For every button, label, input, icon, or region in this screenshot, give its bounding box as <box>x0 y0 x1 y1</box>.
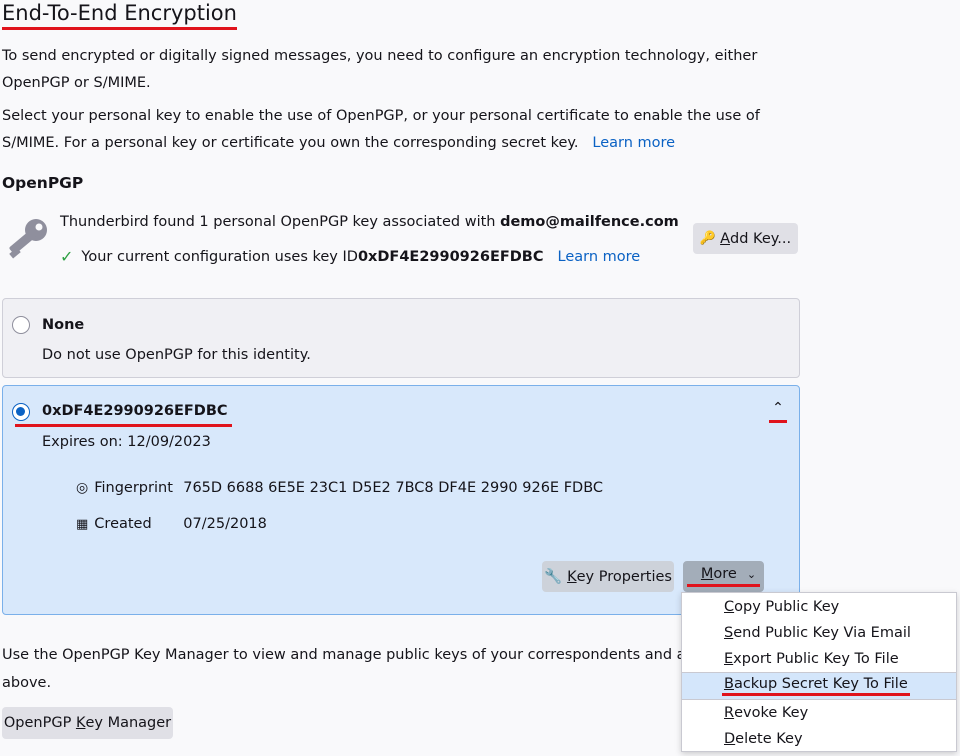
add-key-icon: 🔑 <box>699 231 717 246</box>
key-properties-accesskey: K <box>567 568 577 585</box>
key-email: demo@mailfence.com <box>500 214 679 230</box>
key-option-card[interactable]: 0xDF4E2990926EFDBC ⌃ Expires on: 12/09/2… <box>2 385 800 615</box>
checkmark-icon: ✓ <box>60 247 74 266</box>
key-config-prefix: Your current configuration uses key ID <box>81 248 358 265</box>
menu-accesskey: R <box>724 705 735 721</box>
created-value: 07/25/2018 <box>183 516 267 532</box>
menu-item-backup-secret-key[interactable]: Backup Secret Key To File <box>682 673 956 699</box>
menu-item-delete-key[interactable]: Delete Key <box>682 726 956 752</box>
fingerprint-row: ◎ Fingerprint 765D 6688 6E5E 23C1 D5E2 7… <box>76 480 603 496</box>
key-properties-label: ey Properties <box>576 568 672 585</box>
more-button[interactable]: More ⌄ <box>683 561 764 592</box>
key-manager-label-a: OpenPGP <box>3 715 72 731</box>
add-key-label: dd Key... <box>730 230 792 247</box>
created-row: ▦ Created 07/25/2018 <box>76 516 267 532</box>
wrench-icon: 🔧 <box>544 569 563 585</box>
footer-text-2: above. <box>2 675 52 691</box>
key-manager-button[interactable]: OpenPGP Key Manager <box>2 707 173 739</box>
menu-item-label: end Public Key Via Email <box>733 625 911 641</box>
config-learn-more-link[interactable]: Learn more <box>558 249 641 265</box>
intro-paragraph-2: Select your personal key to enable the u… <box>2 103 792 157</box>
none-option-card[interactable]: None Do not use OpenPGP for this identit… <box>2 298 800 378</box>
intro-paragraph-1: To send encrypted or digitally signed me… <box>2 48 758 91</box>
add-key-button[interactable]: 🔑 Add Key... <box>693 223 798 254</box>
openpgp-heading: OpenPGP <box>2 174 84 192</box>
add-key-accesskey: A <box>720 230 731 247</box>
fingerprint-label: Fingerprint <box>94 480 173 496</box>
menu-item-label: evoke Key <box>734 705 809 721</box>
footer-text: Use the OpenPGP Key Manager to view and … <box>2 647 750 663</box>
key-option-label: 0xDF4E2990926EFDBC <box>15 403 232 427</box>
learn-more-link[interactable]: Learn more <box>592 135 675 151</box>
menu-item-label: opy Public Key <box>734 599 840 615</box>
menu-accesskey: D <box>724 731 736 747</box>
key-found-text: Thunderbird found 1 personal OpenPGP key… <box>60 214 679 230</box>
menu-item-copy-public-key[interactable]: Copy Public Key <box>682 594 956 620</box>
more-menu: Copy Public Key Send Public Key Via Emai… <box>681 592 957 752</box>
backup-underline: Backup Secret Key To File <box>722 676 910 696</box>
menu-item-label: ackup Secret Key To File <box>733 676 908 692</box>
menu-accesskey: C <box>724 599 735 615</box>
more-accesskey: M <box>700 566 714 582</box>
menu-item-label: elete Key <box>735 731 803 747</box>
menu-item-revoke-key[interactable]: Revoke Key <box>682 700 956 726</box>
created-label: Created <box>94 516 152 532</box>
none-description: Do not use OpenPGP for this identity. <box>42 347 311 363</box>
menu-item-send-public-key[interactable]: Send Public Key Via Email <box>682 620 956 646</box>
fingerprint-value: 765D 6688 6E5E 23C1 D5E2 7BC8 DF4E 2990 … <box>183 480 604 496</box>
key-id: 0xDF4E2990926EFDBC <box>357 248 544 265</box>
calendar-icon: ▦ <box>76 516 89 532</box>
none-radio[interactable] <box>12 316 30 334</box>
fingerprint-icon: ◎ <box>76 480 89 496</box>
menu-accesskey: B <box>724 676 734 692</box>
key-icon <box>4 216 50 266</box>
menu-accesskey: S <box>724 625 734 641</box>
more-label: ore <box>713 566 737 582</box>
key-config-text: ✓ Your current configuration uses key ID… <box>60 247 640 266</box>
more-button-inner: More ⌄ <box>686 566 761 587</box>
chevron-down-icon: ⌄ <box>746 567 757 581</box>
page-title: End-To-End Encryption <box>2 0 237 30</box>
key-manager-accesskey: K <box>75 715 86 731</box>
menu-accesskey: E <box>724 651 734 667</box>
key-found-prefix: Thunderbird found 1 personal OpenPGP key… <box>60 214 501 230</box>
collapse-chevron-icon[interactable]: ⌃ <box>769 400 787 423</box>
menu-item-label: xport Public Key To File <box>733 651 899 667</box>
key-properties-button[interactable]: 🔧 Key Properties <box>542 561 674 592</box>
key-expires: Expires on: 12/09/2023 <box>42 434 211 450</box>
key-manager-label-b: ey Manager <box>85 715 172 731</box>
none-label: None <box>42 317 85 333</box>
menu-item-export-public-key[interactable]: Export Public Key To File <box>682 646 956 672</box>
